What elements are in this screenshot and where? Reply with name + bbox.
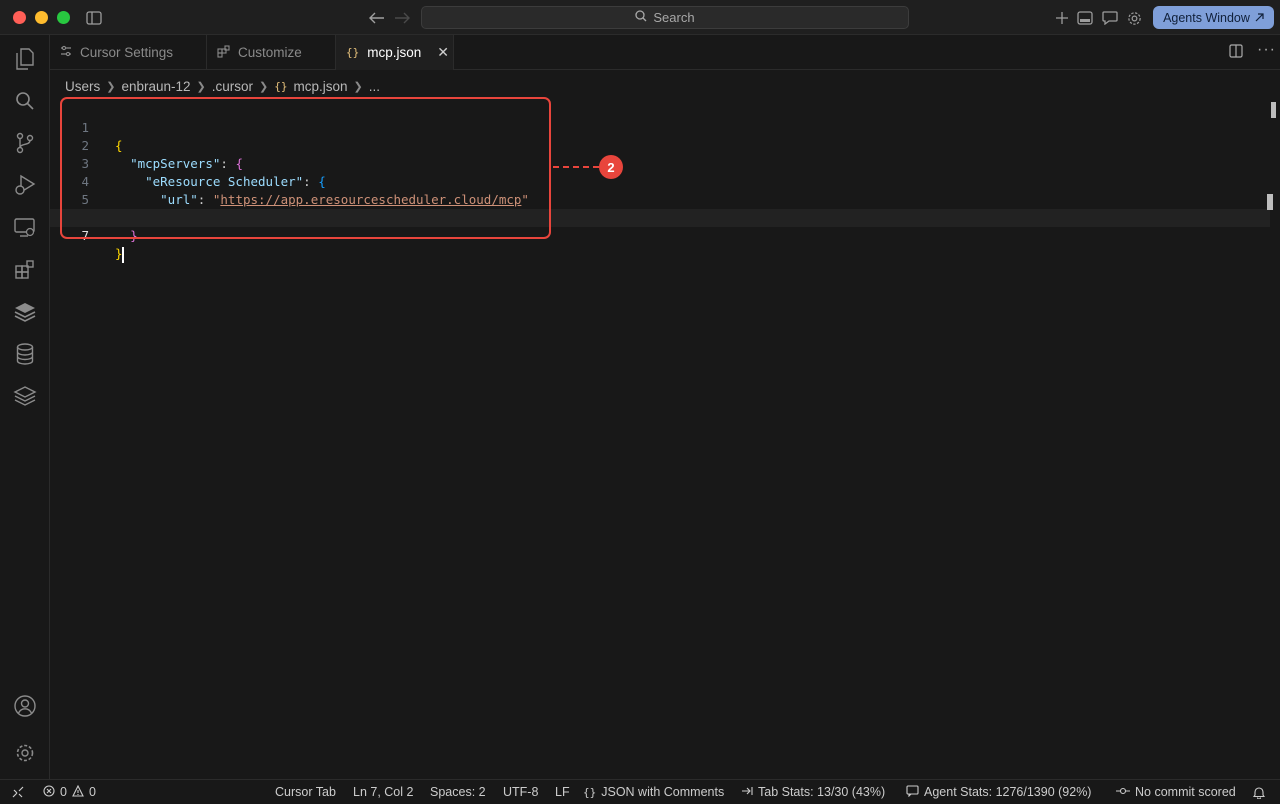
forward-arrow-icon[interactable] [393,9,411,27]
language-mode-status[interactable]: {} JSON with Comments [583,780,724,804]
chat-icon[interactable] [1101,9,1119,27]
encoding-status[interactable]: UTF-8 [503,780,538,804]
indentation-status[interactable]: Spaces: 2 [430,780,486,804]
back-arrow-icon[interactable] [368,9,386,27]
search-icon [635,10,647,25]
tab-mcp-json[interactable]: {} mcp.json ✕ [336,35,454,70]
agents-window-label: Agents Window [1163,10,1250,25]
account-icon[interactable] [13,694,37,718]
highlight-box [60,97,551,239]
chevron-right-icon: ❯ [196,80,206,93]
tab-stats-label: Tab Stats: 13/30 (43%) [758,785,886,799]
breadcrumb-item[interactable]: mcp.json [294,79,348,94]
tab-label: mcp.json [367,45,422,60]
breadcrumb-item[interactable]: ... [369,79,380,94]
layers-icon[interactable] [13,384,37,408]
close-window-button[interactable] [13,11,26,24]
settings-gear-icon[interactable] [13,741,37,765]
warning-icon [72,784,84,800]
cursor-tab-status[interactable]: Cursor Tab [275,780,336,804]
chevron-right-icon: ❯ [353,80,363,93]
command-search-box[interactable]: Search [421,6,909,29]
source-control-icon[interactable] [13,131,37,155]
search-icon[interactable] [13,89,37,113]
extensions-icon[interactable] [13,258,37,282]
editor-tabs: Cursor Settings Customize {} mcp.json ✕ … [50,35,1280,70]
toggle-sidebar-icon[interactable] [85,9,103,27]
json-braces-icon: {} [583,785,597,799]
search-label: Search [653,10,695,25]
notifications-bell-icon[interactable] [1253,780,1265,804]
tab-label: Customize [238,45,302,60]
agents-window-button[interactable]: Agents Window [1153,6,1274,29]
tab-stats-status[interactable]: Tab Stats: 13/30 (43%) [741,780,885,804]
callout-connector [553,166,599,168]
language-label: JSON with Comments [601,785,725,799]
breadcrumb: Users ❯ enbraun-12 ❯ .cursor ❯ {} mcp.js… [65,76,380,96]
commit-label: No commit scored [1135,785,1236,799]
agent-stats-status[interactable]: Agent Stats: 1276/1390 (92%) [906,780,1091,804]
problems-indicator[interactable]: 0 0 [43,780,96,804]
json-braces-icon: {} [274,79,288,93]
breadcrumb-item[interactable]: enbraun-12 [121,79,190,94]
json-braces-icon: {} [346,46,360,59]
close-tab-icon[interactable]: ✕ [437,44,449,61]
split-editor-icon[interactable] [1229,44,1243,61]
error-icon [43,784,55,800]
tab-customize[interactable]: Customize [207,35,336,70]
text-cursor [121,246,124,263]
remote-indicator-icon[interactable] [12,780,24,804]
tab-label: Cursor Settings [80,45,174,60]
scrollbar-marker[interactable] [1267,194,1277,210]
warning-count: 0 [88,785,96,799]
minimize-window-button[interactable] [35,11,48,24]
agent-chat-icon [906,784,919,800]
sliders-icon [60,45,72,60]
toggle-panel-icon[interactable] [1076,9,1094,27]
breadcrumb-item[interactable]: .cursor [212,79,253,94]
eol-status[interactable]: LF [555,780,570,804]
tab-cursor-settings[interactable]: Cursor Settings [50,35,207,70]
stack-layers-icon[interactable] [13,300,37,324]
commit-status[interactable]: No commit scored [1116,780,1236,804]
tab-arrow-icon [741,785,753,799]
scrollbar-marker[interactable] [1271,102,1276,118]
chevron-right-icon: ❯ [106,80,116,93]
explorer-icon[interactable] [13,47,37,71]
more-actions-icon[interactable]: ··· [1257,41,1276,59]
maximize-window-button[interactable] [57,11,70,24]
error-count: 0 [60,785,67,799]
status-bar: 0 0 Cursor Tab Ln 7, Col 2 Spaces: 2 UTF… [0,779,1280,804]
extensions-icon [217,44,230,61]
plus-icon[interactable] [1053,9,1071,27]
chevron-right-icon: ❯ [259,80,269,93]
activity-bar [0,35,50,779]
remote-explorer-icon[interactable] [13,216,37,240]
cursor-position-status[interactable]: Ln 7, Col 2 [353,780,413,804]
title-bar: Search Agents Window [0,0,1280,35]
commit-icon [1116,785,1130,799]
breadcrumb-item[interactable]: Users [65,79,100,94]
step-badge: 2 [599,155,623,179]
gear-icon[interactable] [1125,9,1143,27]
agent-stats-label: Agent Stats: 1276/1390 (92%) [924,785,1092,799]
database-icon[interactable] [13,342,37,366]
run-debug-icon[interactable] [13,173,37,197]
arrow-up-right-icon [1255,11,1264,25]
